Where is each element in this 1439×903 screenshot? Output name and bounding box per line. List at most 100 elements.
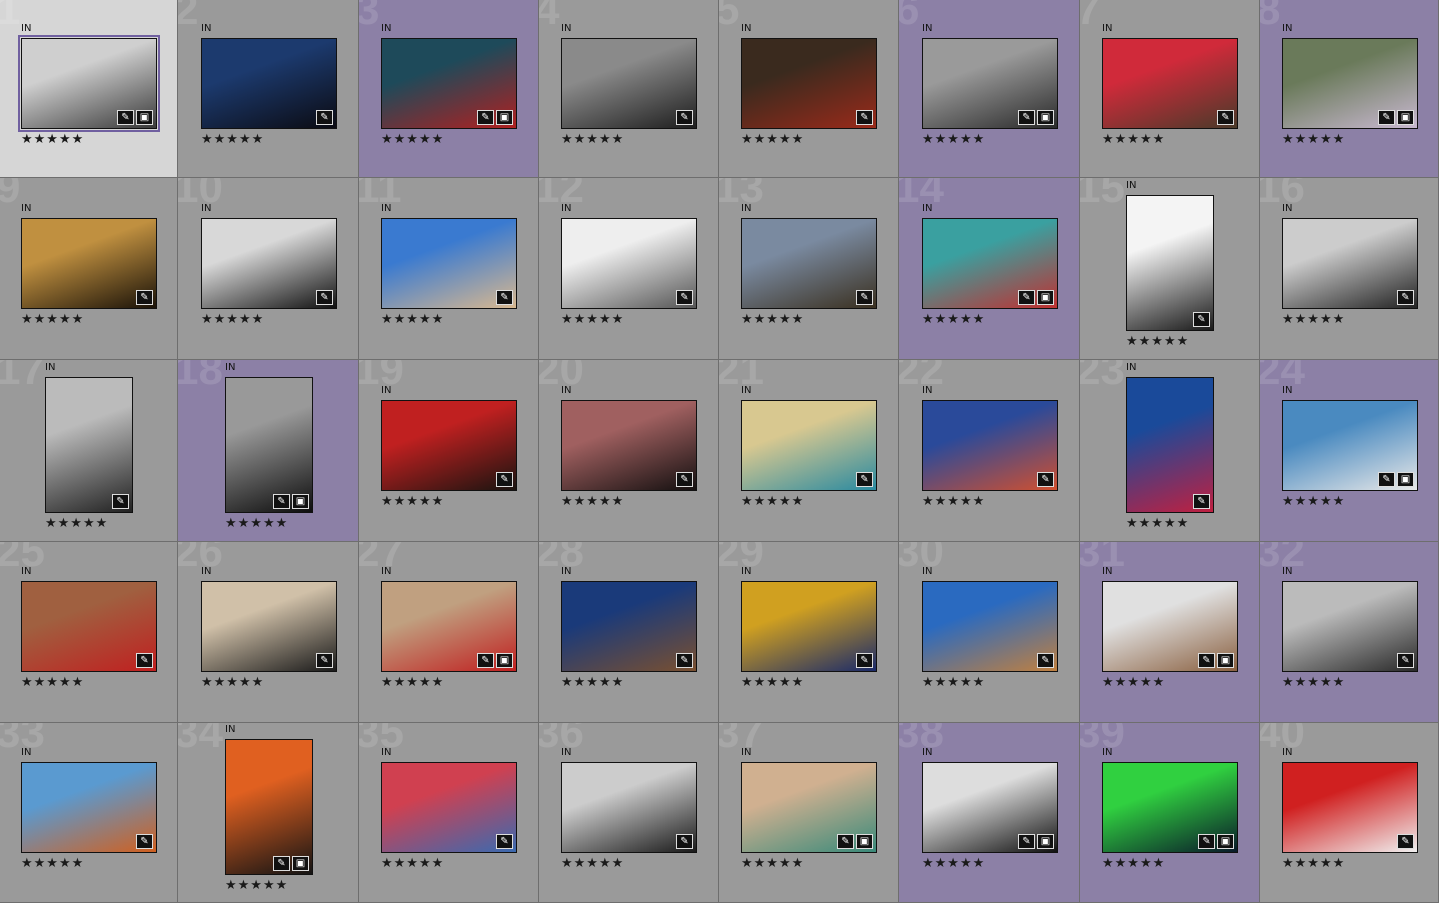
- photo-thumbnail[interactable]: ✎: [741, 581, 877, 672]
- photo-thumbnail[interactable]: ✎: [1126, 195, 1214, 331]
- edit-icon[interactable]: ✎: [1397, 653, 1414, 668]
- edit-icon[interactable]: ✎: [1018, 290, 1035, 305]
- photo-thumbnail[interactable]: ✎ ▣: [1102, 581, 1238, 672]
- thumbnail-cell[interactable]: 7IN ✎ ★★★★★: [1080, 0, 1260, 178]
- photo-thumbnail[interactable]: ✎: [381, 218, 517, 309]
- edit-icon[interactable]: ✎: [1397, 290, 1414, 305]
- crop-icon[interactable]: ▣: [1037, 834, 1054, 849]
- star-rating[interactable]: ★★★★★: [922, 856, 985, 871]
- crop-icon[interactable]: ▣: [496, 653, 513, 668]
- edit-icon[interactable]: ✎: [136, 290, 153, 305]
- star-rating[interactable]: ★★★★★: [201, 675, 264, 690]
- star-rating[interactable]: ★★★★★: [1282, 494, 1345, 509]
- thumbnail-cell[interactable]: 9IN ✎ ★★★★★: [0, 178, 178, 360]
- photo-thumbnail[interactable]: ✎: [561, 762, 697, 853]
- photo-thumbnail[interactable]: ✎: [21, 218, 157, 309]
- thumbnail-cell[interactable]: 11 IN ✎ ★★★★★: [359, 178, 539, 360]
- edit-icon[interactable]: ✎: [496, 290, 513, 305]
- crop-icon[interactable]: ▣: [496, 110, 513, 125]
- star-rating[interactable]: ★★★★★: [922, 675, 985, 690]
- thumbnail-cell[interactable]: 40 IN ✎ ★★★★★: [1260, 723, 1439, 903]
- edit-icon[interactable]: ✎: [117, 110, 134, 125]
- photo-thumbnail[interactable]: ✎: [1282, 762, 1418, 853]
- thumbnail-cell[interactable]: 16 IN ✎ ★★★★★: [1260, 178, 1439, 360]
- edit-icon[interactable]: ✎: [1378, 110, 1395, 125]
- photo-thumbnail[interactable]: ✎: [201, 38, 337, 129]
- thumbnail-cell[interactable]: 32 IN ✎ ★★★★★: [1260, 542, 1439, 723]
- thumbnail-cell[interactable]: 30 IN ✎ ★★★★★: [899, 542, 1080, 723]
- thumbnail-cell[interactable]: 21 IN ✎ ★★★★★: [719, 360, 899, 542]
- star-rating[interactable]: ★★★★★: [741, 132, 804, 147]
- thumbnail-cell[interactable]: 14 IN ✎ ▣ ★★★★★: [899, 178, 1080, 360]
- photo-thumbnail[interactable]: ✎: [561, 400, 697, 491]
- crop-icon[interactable]: ▣: [1397, 472, 1414, 487]
- star-rating[interactable]: ★★★★★: [21, 132, 84, 147]
- photo-thumbnail[interactable]: ✎ ▣: [381, 38, 517, 129]
- star-rating[interactable]: ★★★★★: [21, 856, 84, 871]
- thumbnail-cell[interactable]: 10 IN ✎ ★★★★★: [178, 178, 359, 360]
- photo-thumbnail[interactable]: ✎ ▣: [225, 739, 313, 875]
- star-rating[interactable]: ★★★★★: [741, 856, 804, 871]
- star-rating[interactable]: ★★★★★: [381, 856, 444, 871]
- photo-thumbnail[interactable]: ✎: [381, 762, 517, 853]
- thumbnail-cell[interactable]: 23 IN ✎ ★★★★★: [1080, 360, 1260, 542]
- crop-icon[interactable]: ▣: [1397, 110, 1414, 125]
- edit-icon[interactable]: ✎: [1193, 312, 1210, 327]
- edit-icon[interactable]: ✎: [856, 653, 873, 668]
- photo-thumbnail[interactable]: ✎: [201, 218, 337, 309]
- crop-icon[interactable]: ▣: [1217, 834, 1234, 849]
- thumbnail-cell[interactable]: 38 IN ✎ ▣ ★★★★★: [899, 723, 1080, 903]
- thumbnail-cell[interactable]: 5IN ✎ ★★★★★: [719, 0, 899, 178]
- star-rating[interactable]: ★★★★★: [1282, 856, 1345, 871]
- edit-icon[interactable]: ✎: [1037, 472, 1054, 487]
- edit-icon[interactable]: ✎: [676, 110, 693, 125]
- thumbnail-cell[interactable]: 24 IN ✎ ▣ ★★★★★: [1260, 360, 1439, 542]
- photo-thumbnail[interactable]: ✎: [561, 38, 697, 129]
- crop-icon[interactable]: ▣: [1037, 110, 1054, 125]
- star-rating[interactable]: ★★★★★: [21, 312, 84, 327]
- crop-icon[interactable]: ▣: [1217, 653, 1234, 668]
- edit-icon[interactable]: ✎: [136, 653, 153, 668]
- thumbnail-cell[interactable]: 12 IN ✎ ★★★★★: [539, 178, 719, 360]
- thumbnail-cell[interactable]: 35 IN ✎ ★★★★★: [359, 723, 539, 903]
- star-rating[interactable]: ★★★★★: [922, 494, 985, 509]
- star-rating[interactable]: ★★★★★: [1102, 132, 1165, 147]
- photo-thumbnail[interactable]: ✎ ▣: [18, 35, 160, 132]
- edit-icon[interactable]: ✎: [837, 834, 854, 849]
- edit-icon[interactable]: ✎: [676, 834, 693, 849]
- edit-icon[interactable]: ✎: [676, 653, 693, 668]
- star-rating[interactable]: ★★★★★: [561, 312, 624, 327]
- photo-thumbnail[interactable]: ✎ ▣: [1282, 38, 1418, 129]
- edit-icon[interactable]: ✎: [273, 856, 290, 871]
- star-rating[interactable]: ★★★★★: [1282, 132, 1345, 147]
- thumbnail-cell[interactable]: 3IN ✎▣ ★★★★★: [359, 0, 539, 178]
- thumbnail-cell[interactable]: 8IN ✎▣ ★★★★★: [1260, 0, 1439, 178]
- edit-icon[interactable]: ✎: [112, 494, 129, 509]
- edit-icon[interactable]: ✎: [1397, 834, 1414, 849]
- photo-thumbnail[interactable]: ✎: [1282, 218, 1418, 309]
- photo-thumbnail[interactable]: ✎ ▣: [922, 218, 1058, 309]
- edit-icon[interactable]: ✎: [1378, 472, 1395, 487]
- crop-icon[interactable]: ▣: [856, 834, 873, 849]
- edit-icon[interactable]: ✎: [477, 110, 494, 125]
- thumbnail-cell[interactable]: 2IN ✎ ★★★★★: [178, 0, 359, 178]
- photo-thumbnail[interactable]: ✎: [922, 400, 1058, 491]
- photo-thumbnail[interactable]: ✎: [1102, 38, 1238, 129]
- star-rating[interactable]: ★★★★★: [741, 494, 804, 509]
- thumbnail-cell[interactable]: 25 IN ✎ ★★★★★: [0, 542, 178, 723]
- star-rating[interactable]: ★★★★★: [1282, 312, 1345, 327]
- star-rating[interactable]: ★★★★★: [225, 516, 288, 531]
- star-rating[interactable]: ★★★★★: [561, 675, 624, 690]
- star-rating[interactable]: ★★★★★: [561, 856, 624, 871]
- star-rating[interactable]: ★★★★★: [201, 312, 264, 327]
- thumbnail-cell[interactable]: 19 IN ✎ ★★★★★: [359, 360, 539, 542]
- edit-icon[interactable]: ✎: [316, 290, 333, 305]
- thumbnail-cell[interactable]: 20 IN ✎ ★★★★★: [539, 360, 719, 542]
- star-rating[interactable]: ★★★★★: [381, 494, 444, 509]
- star-rating[interactable]: ★★★★★: [1102, 675, 1165, 690]
- photo-thumbnail[interactable]: ✎: [21, 762, 157, 853]
- thumbnail-cell[interactable]: 13 IN ✎ ★★★★★: [719, 178, 899, 360]
- edit-icon[interactable]: ✎: [1193, 494, 1210, 509]
- thumbnail-cell[interactable]: 6IN ✎▣ ★★★★★: [899, 0, 1080, 178]
- edit-icon[interactable]: ✎: [676, 472, 693, 487]
